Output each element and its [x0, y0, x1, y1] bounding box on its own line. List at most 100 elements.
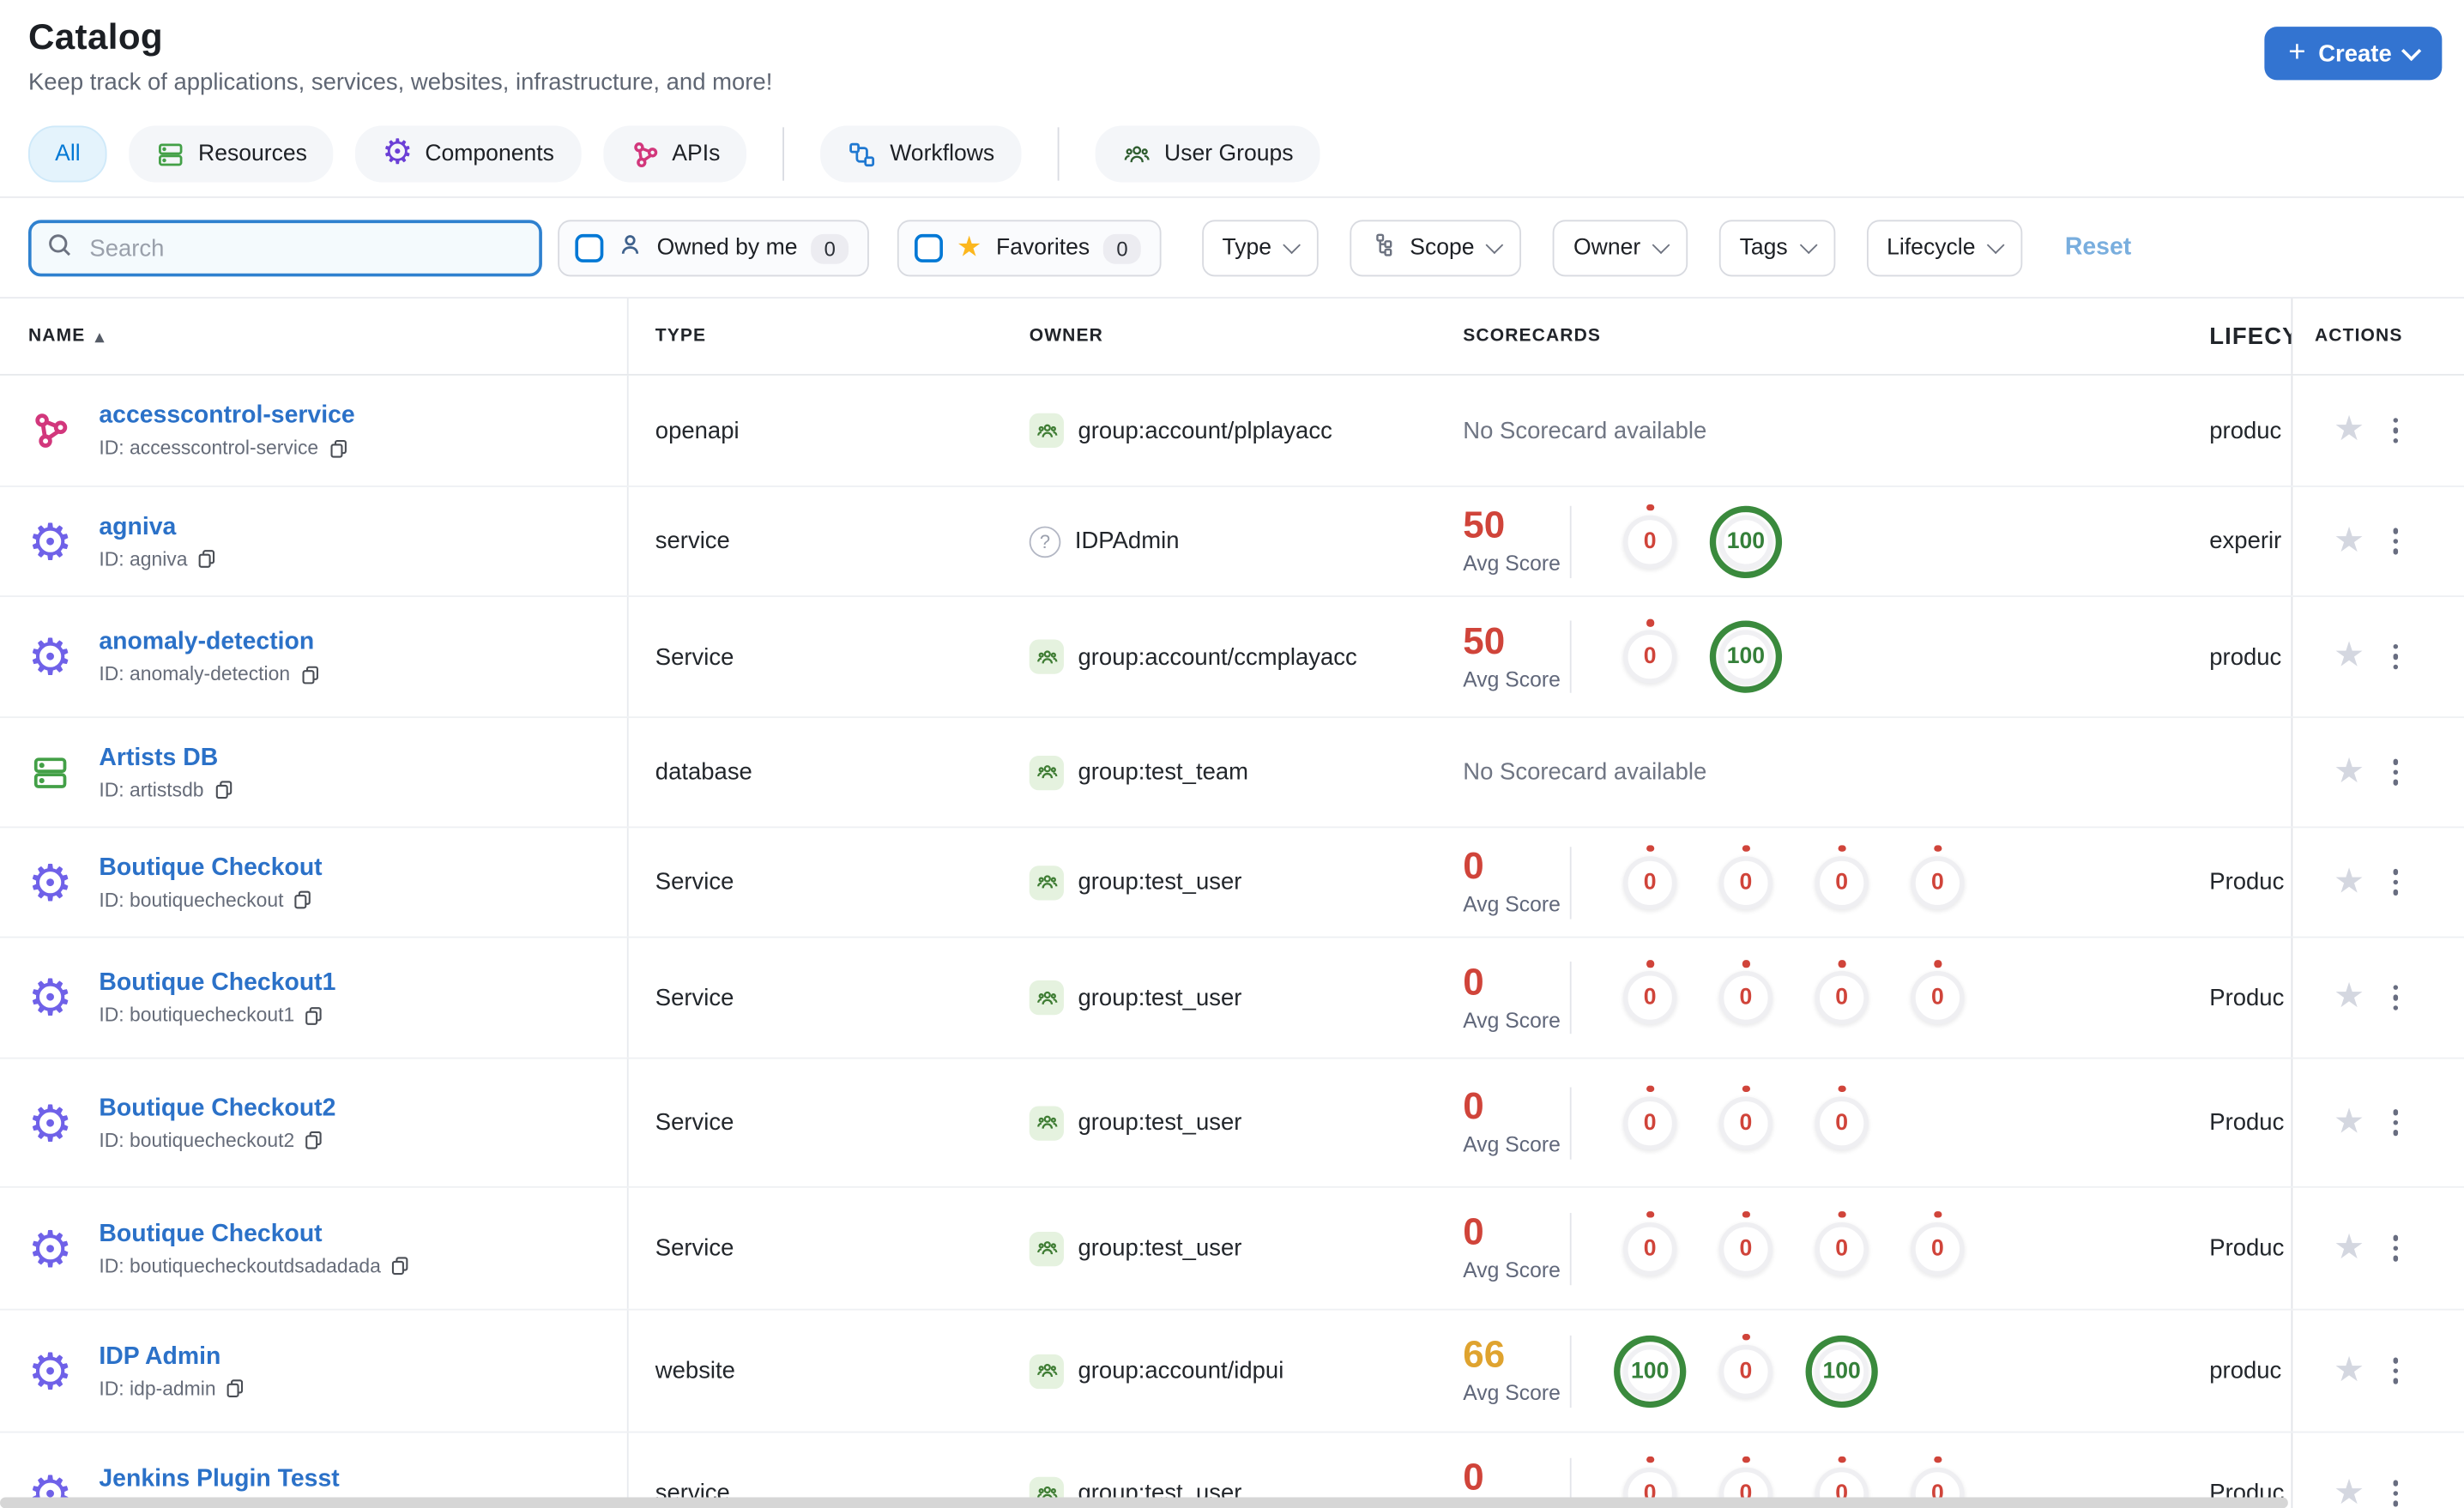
entity-name-link[interactable]: Jenkins Plugin Tesst — [99, 1465, 339, 1493]
create-button[interactable]: + Create — [2264, 27, 2443, 81]
row-menu-button[interactable] — [2387, 1352, 2405, 1390]
tab-resources[interactable]: Resources — [129, 125, 335, 183]
row-menu-button[interactable] — [2387, 1103, 2405, 1142]
favorite-star-icon[interactable]: ★ — [2334, 1353, 2364, 1388]
scorecards-cell: 50 Avg Score 0 100 — [1446, 504, 2209, 578]
favorite-star-icon[interactable]: ★ — [2334, 1105, 2364, 1140]
entity-name-link[interactable]: Boutique Checkout2 — [99, 1095, 335, 1123]
row-menu-button[interactable] — [2387, 522, 2405, 561]
favorite-star-icon[interactable]: ★ — [2334, 413, 2364, 448]
scorecard-badge: 0 — [1815, 970, 1869, 1025]
favorite-star-icon[interactable]: ★ — [2334, 864, 2364, 899]
entity-name-link[interactable]: anomaly-detection — [99, 629, 320, 657]
entity-name-link[interactable]: Artists DB — [99, 744, 233, 772]
avg-score-value: 0 — [1463, 1085, 1484, 1129]
search-input[interactable] — [86, 232, 523, 263]
chevron-down-icon — [1486, 236, 1504, 255]
entity-name-link[interactable]: Boutique Checkout — [99, 1220, 410, 1248]
scorecard-badge-slot: 0 — [1806, 1095, 1878, 1149]
row-menu-button[interactable] — [2387, 1475, 2405, 1508]
horizontal-scrollbar[interactable] — [0, 1497, 2288, 1508]
lifecycle-cell: Produc — [2209, 868, 2285, 896]
scorecard-badge-slot: 0 — [1710, 970, 1782, 1025]
owner-label: group:test_team — [1078, 758, 1249, 786]
entity-name-link[interactable]: Boutique Checkout — [99, 854, 322, 882]
scorecard-divider — [1569, 1086, 1572, 1159]
type-cell: database — [655, 758, 752, 786]
tab-user-groups[interactable]: User Groups — [1095, 125, 1320, 183]
chevron-down-icon — [1986, 236, 2005, 255]
tab-apis[interactable]: APIs — [602, 125, 747, 183]
copy-icon[interactable] — [304, 1004, 324, 1025]
tab-label: Resources — [198, 141, 307, 167]
favorites-filter[interactable]: ★ Favorites 0 — [897, 220, 1162, 277]
scorecard-badge-slot: 0 — [1710, 1095, 1782, 1149]
column-header-name[interactable]: NAME ▲ — [0, 299, 629, 374]
entity-name-link[interactable]: accesscontrol-service — [99, 402, 354, 431]
avg-score-label: Avg Score — [1463, 667, 1561, 691]
scorecard-badge-slot: 100 — [1614, 1334, 1687, 1408]
table-row: ⚙ Boutique Checkout ID: boutiquecheckout… — [0, 828, 2464, 938]
actions-cell: ★ — [2291, 1059, 2464, 1186]
scorecard-badge: 100 — [1709, 620, 1783, 693]
type-dropdown[interactable]: Type — [1201, 220, 1320, 277]
table-row: ⚙ Boutique Checkout2 ID: boutiquecheckou… — [0, 1059, 2464, 1188]
copy-icon[interactable] — [304, 1130, 324, 1150]
avg-score-value: 0 — [1463, 961, 1484, 1004]
page-subtitle: Keep track of applications, services, we… — [27, 69, 773, 96]
type-cell: Service — [655, 868, 734, 896]
reset-button[interactable]: Reset — [2065, 234, 2131, 262]
row-menu-button[interactable] — [2387, 753, 2405, 792]
entity-id: ID: boutiquecheckout1 — [99, 1004, 335, 1026]
owner-cell: group:test_user — [998, 1231, 1446, 1266]
owned-by-me-filter[interactable]: Owned by me 0 — [558, 220, 869, 277]
row-menu-button[interactable] — [2387, 863, 2405, 902]
owner-dropdown[interactable]: Owner — [1553, 220, 1688, 277]
scorecards-cell: No Scorecard available — [1446, 417, 2209, 443]
favorite-star-icon[interactable]: ★ — [2334, 639, 2364, 673]
copy-icon[interactable] — [196, 548, 217, 569]
avg-score-label: Avg Score — [1463, 1381, 1561, 1405]
scorecard-divider — [1569, 620, 1572, 693]
tags-dropdown[interactable]: Tags — [1718, 220, 1835, 277]
scope-dropdown[interactable]: Scope — [1350, 220, 1522, 277]
favorite-star-icon[interactable]: ★ — [2334, 523, 2364, 558]
tab-workflows[interactable]: Workflows — [820, 125, 1022, 183]
entity-id: ID: agniva — [99, 547, 217, 570]
actions-cell: ★ — [2291, 828, 2464, 937]
row-menu-button[interactable] — [2387, 411, 2405, 449]
owner-cell: group:account/idpui — [998, 1353, 1446, 1389]
copy-icon[interactable] — [390, 1255, 411, 1276]
copy-icon[interactable] — [299, 664, 320, 685]
favorite-star-icon[interactable]: ★ — [2334, 1475, 2364, 1508]
tab-all[interactable]: All — [27, 125, 107, 183]
favorites-checkbox[interactable] — [914, 233, 943, 262]
avg-score-label: Avg Score — [1463, 551, 1561, 576]
copy-icon[interactable] — [214, 779, 234, 799]
favorite-star-icon[interactable]: ★ — [2334, 754, 2364, 789]
database-icon — [28, 751, 72, 793]
type-cell: Service — [655, 643, 734, 671]
table-header: NAME ▲ TYPE OWNER SCORECARDS LIFECYC ACT… — [0, 299, 2464, 376]
row-menu-button[interactable] — [2387, 979, 2405, 1017]
favorite-star-icon[interactable]: ★ — [2334, 980, 2364, 1015]
copy-icon[interactable] — [226, 1378, 246, 1398]
user-groups-icon — [1122, 139, 1152, 169]
entity-id: ID: boutiquecheckout — [99, 889, 322, 910]
owned-by-me-checkbox[interactable] — [575, 233, 604, 262]
row-menu-button[interactable] — [2387, 637, 2405, 676]
lifecycle-dropdown[interactable]: Lifecycle — [1866, 220, 2023, 277]
entity-name-link[interactable]: agniva — [99, 513, 217, 541]
row-menu-button[interactable] — [2387, 1229, 2405, 1268]
create-button-label: Create — [2318, 39, 2392, 67]
scorecard-badge: 0 — [1718, 1095, 1773, 1149]
owner-label: IDPAdmin — [1074, 528, 1180, 555]
owner-cell: group:test_team — [998, 755, 1446, 790]
entity-name-link[interactable]: Boutique Checkout1 — [99, 969, 335, 998]
copy-icon[interactable] — [328, 437, 348, 458]
copy-icon[interactable] — [293, 890, 314, 910]
tab-components[interactable]: ⚙ Components — [355, 125, 582, 183]
gear-icon: ⚙ — [27, 626, 73, 687]
favorite-star-icon[interactable]: ★ — [2334, 1230, 2364, 1265]
entity-name-link[interactable]: IDP Admin — [99, 1342, 245, 1371]
